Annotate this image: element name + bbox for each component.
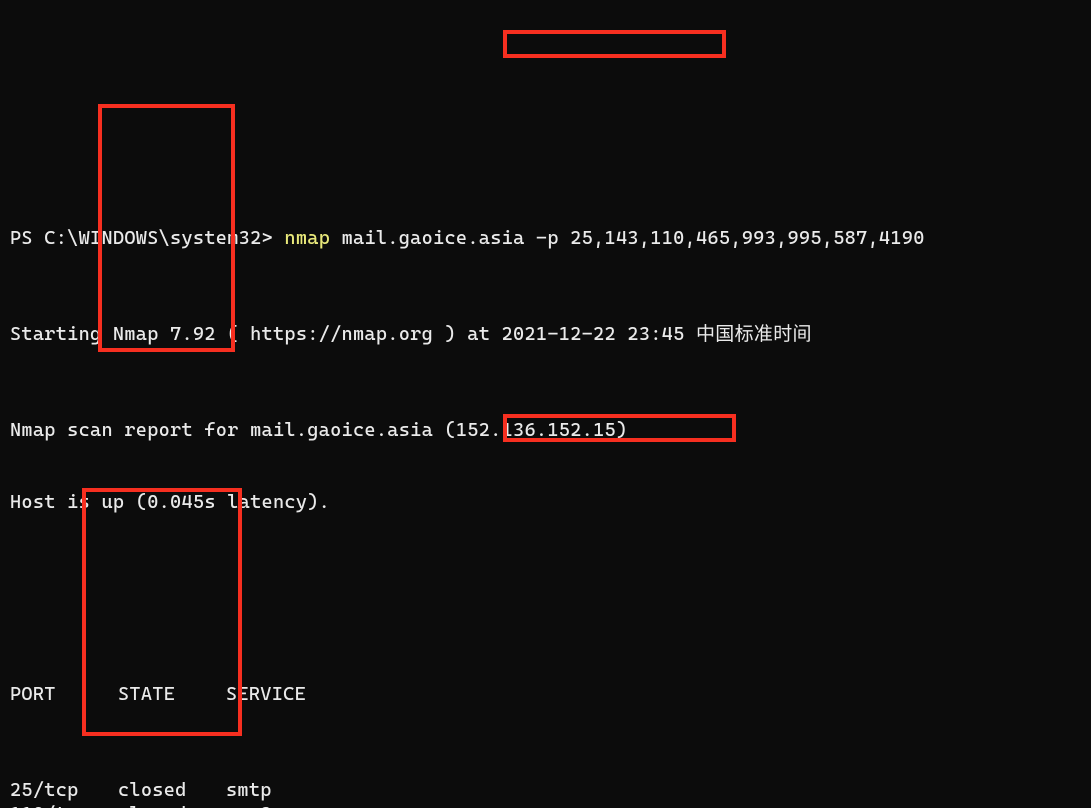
col-service-hdr: SERVICE: [226, 682, 306, 706]
port-cell: 110/tcp: [10, 802, 118, 808]
service-cell: smtp: [226, 778, 272, 802]
command-name: nmap: [284, 227, 330, 249]
state-cell: closed: [118, 802, 226, 808]
ps-prompt: PS C:\WINDOWS\system32>: [10, 227, 273, 249]
command-args: mail.gaoice.asia -p 25,143,110,465,993,9…: [342, 227, 925, 249]
col-port-hdr: PORT: [10, 682, 118, 706]
state-cell: closed: [118, 778, 226, 802]
port-cell: 25/tcp: [10, 778, 118, 802]
starting-post: 中国标准时间: [685, 323, 812, 345]
run1-port-table: 25/tcpclosedsmtp110/tcpclosedpop3143/tcp…: [10, 778, 1081, 808]
table-row: 110/tcpclosedpop3: [10, 802, 1081, 808]
run1-host-line: Host is up (0.045s latency).: [10, 490, 1081, 514]
highlight-run1-timestamp: [503, 30, 726, 58]
terminal-viewport[interactable]: PS C:\WINDOWS\system32> nmap mail.gaoice…: [0, 0, 1091, 808]
run1-starting-line: Starting Nmap 7.92 ( https://nmap.org ) …: [10, 322, 1081, 346]
run1-table-header: PORTSTATESERVICE: [10, 682, 1081, 706]
table-row: 25/tcpclosedsmtp: [10, 778, 1081, 802]
run1-report-line: Nmap scan report for mail.gaoice.asia (1…: [10, 418, 1081, 442]
run1-command-line: PS C:\WINDOWS\system32> nmap mail.gaoice…: [10, 226, 1081, 250]
service-cell: pop3: [226, 802, 272, 808]
col-state-hdr: STATE: [118, 682, 226, 706]
run1-timestamp: 2021-12-22 23:45: [502, 323, 685, 345]
starting-pre: Starting Nmap 7.92 ( https://nmap.org ) …: [10, 323, 502, 345]
